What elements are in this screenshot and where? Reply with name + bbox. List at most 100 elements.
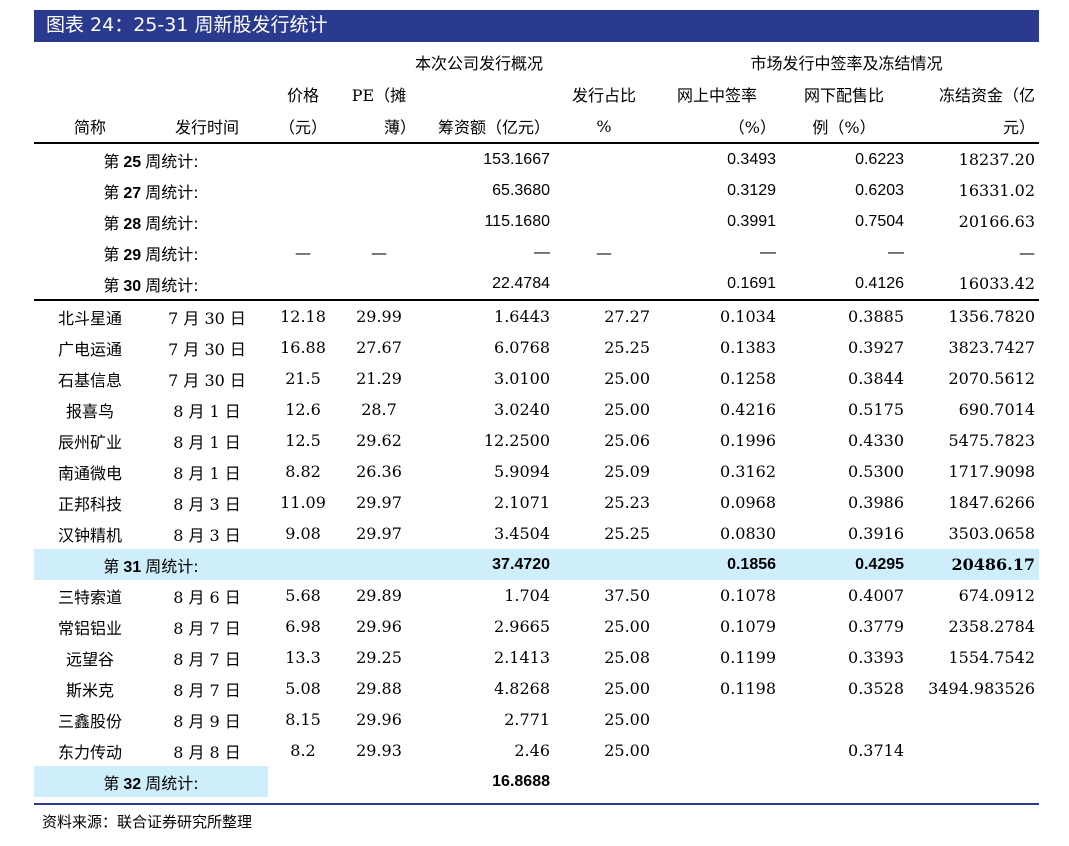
price-cell <box>268 766 338 797</box>
offline-ratio-cell: 0.3916 <box>848 524 905 543</box>
issue-date-cell: 8 月 6 日 <box>173 587 241 607</box>
header-offline-ratio: 网下配售比 <box>804 86 885 105</box>
amount-cell: 1.704 <box>504 586 550 605</box>
offline-ratio-cell <box>780 766 908 797</box>
frozen-funds-cell: 1717.9098 <box>948 462 1036 481</box>
table-row: 三鑫股份 8 月 9 日 8.15 29.96 2.771 25.00 <box>34 704 1039 735</box>
table-row: 汉钟精机 8 月 3 日 9.08 29.97 3.4504 25.25 0.0830 0.3… <box>34 518 1039 549</box>
online-rate-cell: 0.3162 <box>720 462 777 481</box>
price-cell <box>268 549 338 580</box>
frozen-funds-cell: 16331.02 <box>958 181 1036 200</box>
price-cell: 12.6 <box>285 400 321 419</box>
frozen-funds-cell: 2358.2784 <box>948 617 1036 636</box>
issue-date-cell: 8 月 7 日 <box>173 618 241 638</box>
online-rate-cell: 0.3991 <box>727 212 777 230</box>
frozen-funds-cell <box>908 704 1039 735</box>
stock-name-cell: 北斗星通 <box>57 308 122 328</box>
stock-name-cell: 远望谷 <box>65 649 114 669</box>
header-online-unit: （%） <box>654 110 781 144</box>
online-rate-cell: 0.4216 <box>720 400 777 419</box>
ratio-cell: 25.25 <box>604 338 651 357</box>
online-rate-cell: 0.1691 <box>654 268 781 301</box>
online-rate-cell: 0.1856 <box>654 549 781 580</box>
offline-ratio-cell: 0.5175 <box>848 400 905 419</box>
online-rate-cell: 0.3129 <box>727 181 777 199</box>
online-rate-cell: 0.0830 <box>720 524 777 543</box>
amount-cell: 3.0100 <box>494 369 550 388</box>
summary-row: 第 28 周统计: 115.1680 0.3991 0.7504 20166.63 <box>34 206 1039 237</box>
pe-cell: 29.93 <box>356 741 402 760</box>
frozen-funds-cell: 3823.7427 <box>948 338 1036 357</box>
header-short-name: 简称 <box>34 110 146 144</box>
header-frozen-funds: 冻结资金（亿 <box>939 86 1036 105</box>
issue-date-cell: 8 月 1 日 <box>173 401 241 421</box>
table-row: 三特索道 8 月 6 日 5.68 29.89 1.704 37.50 0.1078 0.40… <box>34 580 1039 611</box>
source-note: 资料来源：联合证券研究所整理 <box>42 813 253 831</box>
ratio-cell: 25.09 <box>604 462 651 481</box>
online-rate-cell: 0.1079 <box>720 617 777 636</box>
online-rate-cell: 0.0968 <box>720 493 777 512</box>
pe-cell <box>338 766 420 797</box>
frozen-funds-cell: 18237.20 <box>958 150 1036 169</box>
ratio-cell: 37.50 <box>604 586 651 605</box>
summary-row-week32: 第 32 周统计: 16.8688 <box>34 766 1039 797</box>
online-rate-cell: 0.1996 <box>720 431 777 450</box>
amount-cell: 4.8268 <box>494 679 550 698</box>
summary-row-week31: 第 31 周统计: 37.4720 0.1856 0.4295 20486.17 <box>34 549 1040 580</box>
issue-date-cell: 8 月 1 日 <box>173 432 241 452</box>
summary-row: 第 27 周统计: 65.3680 0.3129 0.6203 16331.02 <box>34 175 1039 206</box>
header-group-issue: 本次公司发行概况 <box>415 54 544 73</box>
price-cell: 13.3 <box>285 648 321 667</box>
offline-ratio-cell: 0.3927 <box>848 338 905 357</box>
amount-cell: 2.771 <box>504 710 550 729</box>
pe-cell <box>338 549 420 580</box>
table-row: 石基信息 7 月 30 日 21.5 21.29 3.0100 25.00 0.1258 0.… <box>34 363 1039 394</box>
summary-label: 第 31 周统计: <box>34 549 268 580</box>
table-row: 北斗星通 7 月 30 日 12.18 29.99 1.6443 27.27 0.1034 0… <box>34 300 1039 332</box>
online-rate-cell: — <box>760 243 777 261</box>
price-cell: 16.88 <box>280 338 326 357</box>
header-pe: PE（摊 <box>351 86 407 105</box>
offline-ratio-cell: — <box>888 243 905 261</box>
table-row: 斯米克 8 月 7 日 5.08 29.88 4.8268 25.00 0.1198 0.35… <box>34 673 1039 704</box>
price-cell: 11.09 <box>280 493 326 512</box>
ratio-cell <box>554 268 655 301</box>
price-cell: 9.08 <box>285 524 321 543</box>
figure-title: 图表 24：25-31 周新股发行统计 <box>34 10 1039 40</box>
issue-date-cell: 8 月 7 日 <box>173 649 241 669</box>
pe-cell: — <box>371 243 387 262</box>
pe-cell: 29.96 <box>356 710 402 729</box>
frozen-funds-cell: 3503.0658 <box>948 524 1036 543</box>
summary-label-prefix: 第 <box>103 244 120 264</box>
summary-label: 第 32 周统计: <box>34 766 268 797</box>
frozen-funds-cell: — <box>1019 243 1036 262</box>
ratio-cell <box>554 206 654 237</box>
issue-date-cell: 7 月 30 日 <box>168 370 246 390</box>
stock-name-cell: 斯米克 <box>65 680 114 700</box>
summary-week-number: 30 <box>123 277 142 295</box>
header-group-row: 本次公司发行概况 市场发行中签率及冻结情况 <box>34 46 1039 78</box>
price-cell: 5.08 <box>285 679 321 698</box>
amount-cell: 5.9094 <box>494 462 550 481</box>
amount-cell: 153.1667 <box>483 150 550 168</box>
header-row-2: 价格 PE（摊 发行占比 网上中签率 网下配售比 冻结资金（亿 <box>34 78 1039 110</box>
summary-label-suffix: 周统计: <box>145 244 199 264</box>
offline-ratio-cell: 0.4007 <box>848 586 905 605</box>
price-cell: 8.82 <box>285 462 321 481</box>
issue-date-cell: 8 月 3 日 <box>173 525 241 545</box>
amount-cell: 2.9665 <box>494 617 550 636</box>
header-group-market: 市场发行中签率及冻结情况 <box>750 54 943 73</box>
price-cell: 12.5 <box>285 431 321 450</box>
summary-week-number: 32 <box>123 775 142 793</box>
frozen-funds-cell: 20486.17 <box>908 549 1040 580</box>
issue-date-cell: 8 月 1 日 <box>173 463 241 483</box>
price-cell <box>268 206 338 237</box>
stock-name-cell: 汉钟精机 <box>57 525 122 545</box>
summary-week-number: 25 <box>123 153 142 171</box>
ratio-cell: 25.00 <box>604 369 651 388</box>
header-blank <box>420 78 554 110</box>
ratio-cell: 25.08 <box>604 648 651 667</box>
summary-row: 第 30 周统计: 22.4784 0.1691 0.4126 16033.42 <box>34 268 1040 301</box>
amount-cell: 2.46 <box>514 741 550 760</box>
online-rate-cell: 0.1383 <box>720 338 777 357</box>
